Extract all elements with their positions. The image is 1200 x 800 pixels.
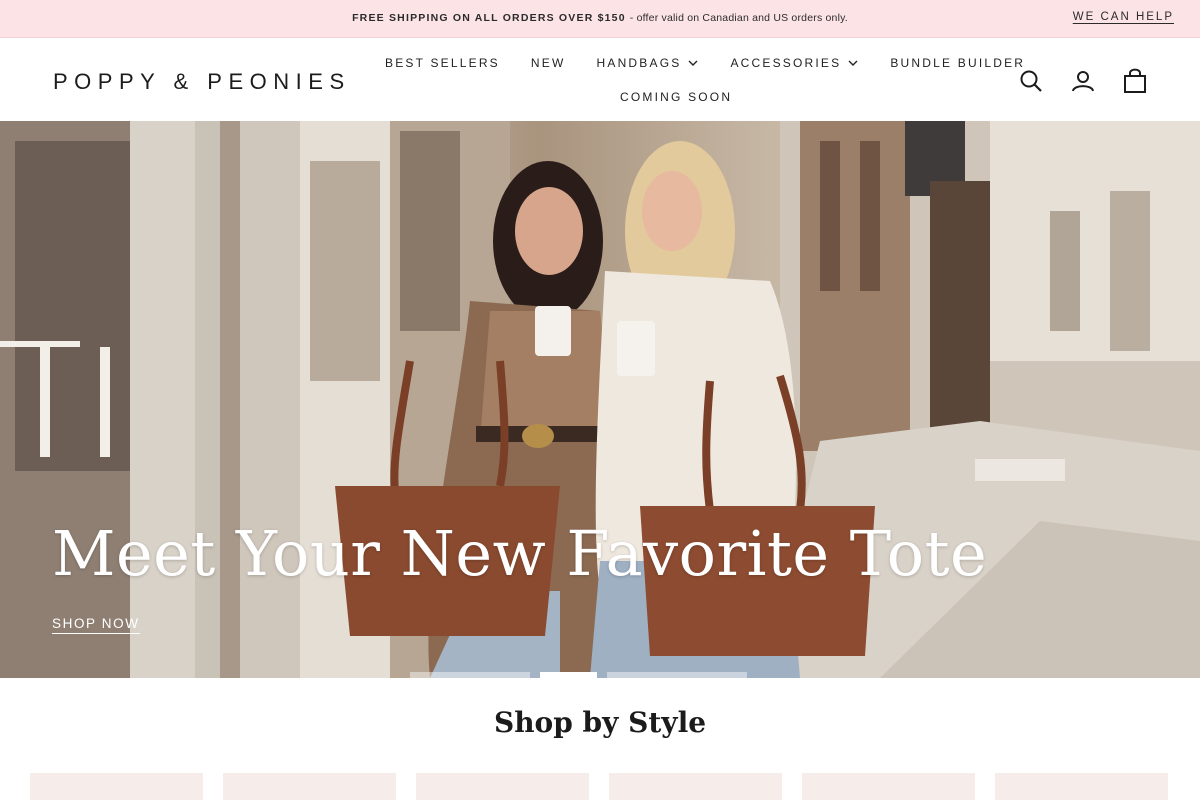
nav-new-label: NEW	[530, 56, 566, 70]
hero-title: Meet Your New Favorite Tote	[52, 517, 988, 590]
style-card[interactable]	[416, 773, 589, 800]
style-card-grid	[30, 773, 1188, 800]
cart-icon[interactable]	[1122, 68, 1148, 94]
site-header: POPPY & PEONIES BEST SELLERS NEW HANDBAG…	[0, 38, 1200, 121]
style-card[interactable]	[609, 773, 782, 800]
slide-dot-2[interactable]	[540, 672, 597, 678]
main-nav: BEST SELLERS NEW HANDBAGS ACCESSORIES BU…	[385, 56, 1056, 70]
style-card[interactable]	[30, 773, 203, 800]
slide-dot-1[interactable]	[410, 672, 530, 678]
logo[interactable]: POPPY & PEONIES	[53, 69, 351, 95]
nav-handbags-label: HANDBAGS	[596, 56, 682, 70]
header-icons	[992, 68, 1148, 94]
nav-accessories-label: ACCESSORIES	[730, 56, 842, 70]
chevron-down-icon	[688, 60, 698, 66]
shop-now-link[interactable]: SHOP NOW	[52, 616, 140, 634]
nav-best-sellers[interactable]: BEST SELLERS	[385, 56, 500, 70]
nav-accessories[interactable]: ACCESSORIES	[730, 56, 859, 70]
slideshow-pagination	[410, 672, 757, 678]
nav-coming-soon-label: COMING SOON	[620, 90, 733, 104]
style-card[interactable]	[802, 773, 975, 800]
announcement-bar: FREE SHIPPING ON ALL ORDERS OVER $150- o…	[0, 0, 1200, 38]
account-icon[interactable]	[1070, 68, 1096, 94]
nav-best-sellers-label: BEST SELLERS	[385, 56, 500, 70]
announcement-bold: FREE SHIPPING ON ALL ORDERS OVER $150	[352, 12, 626, 24]
nav-new[interactable]: NEW	[531, 56, 566, 70]
hero-image	[0, 121, 1200, 678]
style-card[interactable]	[995, 773, 1168, 800]
slide-dot-3[interactable]	[607, 672, 747, 678]
search-icon[interactable]	[1018, 68, 1044, 94]
announcement-rest: - offer valid on Canadian and US orders …	[629, 12, 848, 24]
chevron-down-icon	[848, 60, 858, 66]
nav-coming-soon[interactable]: COMING SOON	[620, 90, 732, 104]
hero-banner[interactable]: Meet Your New Favorite Tote SHOP NOW	[0, 121, 1200, 678]
we-can-help-link[interactable]: WE CAN HELP	[1073, 11, 1174, 23]
nav-handbags[interactable]: HANDBAGS	[597, 56, 700, 70]
announcement-message: FREE SHIPPING ON ALL ORDERS OVER $150- o…	[0, 12, 1200, 24]
style-card[interactable]	[223, 773, 396, 800]
main-nav-row-2: COMING SOON	[620, 90, 763, 104]
shop-by-style-title: Shop by Style	[493, 706, 707, 739]
